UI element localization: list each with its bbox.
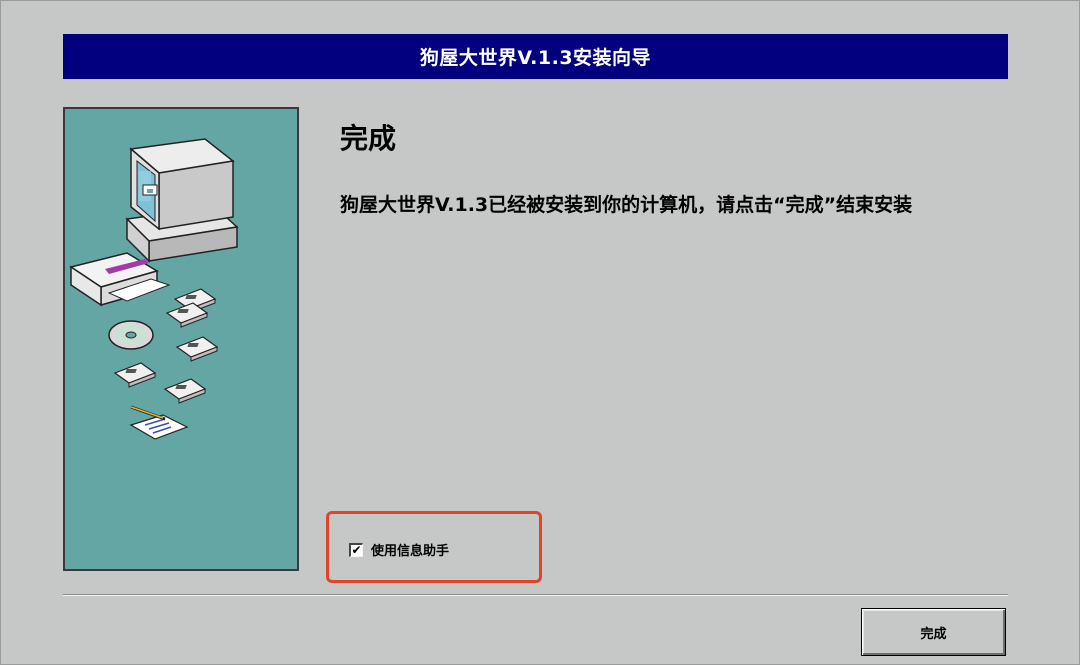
page-title: 完成 xyxy=(340,122,397,155)
wizard-illustration-panel xyxy=(63,107,299,571)
assistant-checkbox-label: 使用信息助手 xyxy=(371,544,450,559)
finish-button-label: 完成 xyxy=(920,626,947,642)
assistant-option[interactable]: ✔ 使用信息助手 xyxy=(349,540,449,559)
title-bar: 狗屋大世界V.1.3安装向导 xyxy=(63,34,1008,79)
check-mark-icon: ✔ xyxy=(351,543,362,557)
assistant-checkbox[interactable]: ✔ xyxy=(349,542,363,557)
divider xyxy=(63,594,1008,596)
notepad-pen-icon xyxy=(129,405,189,440)
cd-disc-icon xyxy=(108,320,154,350)
window-title: 狗屋大世界V.1.3安装向导 xyxy=(419,47,652,69)
computer-icon xyxy=(125,138,239,263)
installer-window: 狗屋大世界V.1.3安装向导 完成 狗屋大世界V.1.3已经被安装到你的计算机，… xyxy=(0,0,1080,665)
finish-button[interactable]: 完成 xyxy=(861,608,1006,656)
completion-message: 狗屋大世界V.1.3已经被安装到你的计算机，请点击“完成”结束安装 xyxy=(340,194,913,216)
